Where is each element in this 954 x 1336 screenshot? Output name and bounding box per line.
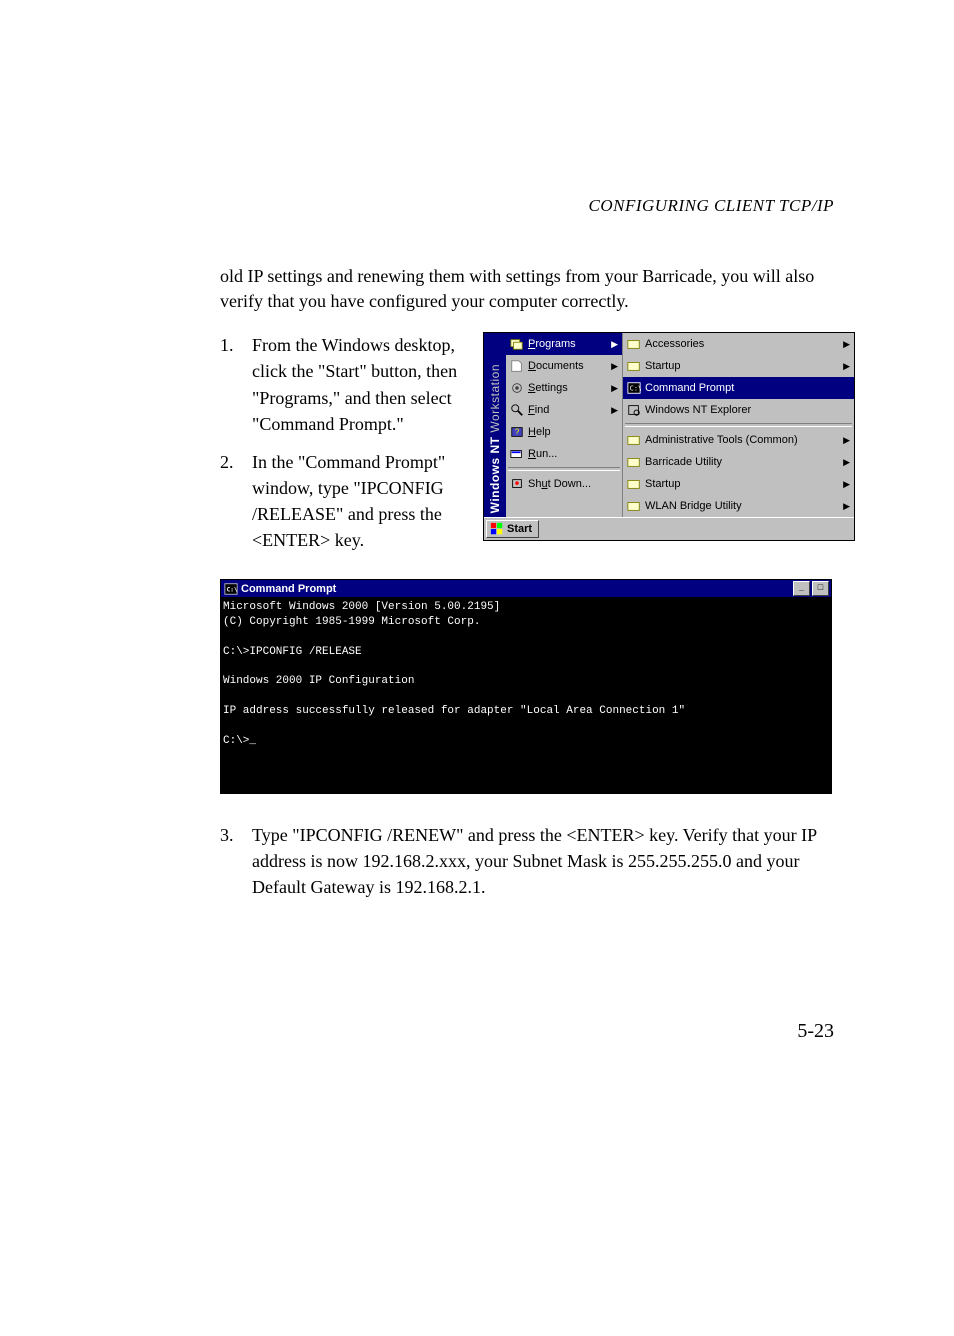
- start-button-label: Start: [507, 523, 532, 535]
- step-3-text: Type "IPCONFIG /RENEW" and press the <EN…: [252, 822, 834, 900]
- step-2: 2. In the "Command Prompt" window, type …: [220, 449, 465, 553]
- submenu-arrow-icon: ▶: [611, 339, 618, 350]
- cmd-output: Microsoft Windows 2000 [Version 5.00.219…: [221, 597, 831, 793]
- shutdown-icon: [510, 477, 524, 491]
- intro-paragraph: old IP settings and renewing them with s…: [220, 264, 834, 314]
- page-number: 5-23: [220, 1020, 834, 1043]
- folder-icon: [627, 337, 641, 351]
- documents-icon: [510, 359, 524, 373]
- page-header: CONFIGURING CLIENT TCP/IP: [220, 196, 834, 216]
- submenu-arrow-icon: ▶: [843, 457, 850, 468]
- settings-icon: [510, 381, 524, 395]
- cmd-icon: C:\: [627, 381, 641, 395]
- step-2-num: 2.: [220, 449, 252, 553]
- submenu-barricade-label: Barricade Utility: [645, 456, 722, 468]
- svg-text:C:\: C:\: [630, 385, 641, 393]
- run-icon: [510, 447, 524, 461]
- folder-icon: [627, 433, 641, 447]
- folder-icon: [627, 455, 641, 469]
- menu-documents-label: Documents: [528, 360, 584, 372]
- submenu-wlan-bridge[interactable]: WLAN Bridge Utility ▶: [623, 495, 854, 517]
- menu-programs-label: Programs: [528, 338, 576, 350]
- submenu-startup[interactable]: Startup ▶: [623, 355, 854, 377]
- cmd-title-icon: C:\: [224, 582, 238, 596]
- step-1-num: 1.: [220, 332, 252, 436]
- svg-text:C:\: C:\: [227, 586, 238, 593]
- folder-icon: [627, 359, 641, 373]
- menu-find[interactable]: Find ▶: [506, 399, 622, 421]
- maximize-button[interactable]: □: [812, 581, 829, 596]
- menu-help-label: Help: [528, 426, 551, 438]
- submenu-arrow-icon: ▶: [843, 435, 850, 446]
- menu-shutdown-label: Shut Down...: [528, 478, 591, 490]
- menu-settings[interactable]: Settings ▶: [506, 377, 622, 399]
- submenu-arrow-icon: ▶: [843, 339, 850, 350]
- submenu-startup-common[interactable]: Startup ▶: [623, 473, 854, 495]
- step-2-text: In the "Command Prompt" window, type "IP…: [252, 449, 465, 553]
- menu-separator: [625, 423, 852, 427]
- submenu-arrow-icon: ▶: [611, 383, 618, 394]
- find-icon: [510, 403, 524, 417]
- menu-documents[interactable]: Documents ▶: [506, 355, 622, 377]
- step-3-num: 3.: [220, 822, 252, 848]
- start-menu-screenshot: Windows NT Workstation Programs ▶ Docume…: [483, 332, 855, 541]
- minimize-button[interactable]: _: [793, 581, 810, 596]
- folder-icon: [627, 499, 641, 513]
- menu-settings-label: Settings: [528, 382, 568, 394]
- command-prompt-window: C:\ Command Prompt _ □ Microsoft Windows…: [220, 579, 832, 794]
- submenu-nt-explorer[interactable]: Windows NT Explorer: [623, 399, 854, 421]
- submenu-arrow-icon: ▶: [843, 479, 850, 490]
- cmd-title-text: Command Prompt: [241, 583, 336, 595]
- submenu-admintools-label: Administrative Tools (Common): [645, 434, 798, 446]
- submenu-command-prompt[interactable]: C:\ Command Prompt: [623, 377, 854, 399]
- submenu-accessories-label: Accessories: [645, 338, 704, 350]
- submenu-arrow-icon: ▶: [611, 361, 618, 372]
- submenu-explorer-label: Windows NT Explorer: [645, 404, 751, 416]
- menu-find-label: Find: [528, 404, 549, 416]
- submenu-barricade[interactable]: Barricade Utility ▶: [623, 451, 854, 473]
- help-icon: ?: [510, 425, 524, 439]
- submenu-admin-tools[interactable]: Administrative Tools (Common) ▶: [623, 429, 854, 451]
- start-button[interactable]: Start: [486, 520, 539, 538]
- windows-logo-icon: [490, 522, 504, 536]
- submenu-wlan-label: WLAN Bridge Utility: [645, 500, 742, 512]
- step-1-text: From the Windows desktop, click the "Sta…: [252, 332, 465, 436]
- menu-run-label: Run...: [528, 448, 557, 460]
- explorer-icon: [627, 403, 641, 417]
- submenu-cmd-label: Command Prompt: [645, 382, 734, 394]
- submenu-arrow-icon: ▶: [611, 405, 618, 416]
- submenu-arrow-icon: ▶: [843, 361, 850, 372]
- menu-help[interactable]: ? Help: [506, 421, 622, 443]
- start-menu-band: Windows NT Workstation: [484, 333, 506, 517]
- menu-separator: [508, 467, 620, 471]
- step-1: 1. From the Windows desktop, click the "…: [220, 332, 465, 436]
- menu-programs[interactable]: Programs ▶: [506, 333, 622, 355]
- submenu-accessories[interactable]: Accessories ▶: [623, 333, 854, 355]
- folder-icon: [627, 477, 641, 491]
- submenu-startup-label: Startup: [645, 360, 680, 372]
- cmd-titlebar: C:\ Command Prompt _ □: [221, 580, 831, 597]
- menu-shutdown[interactable]: Shut Down...: [506, 473, 622, 495]
- programs-icon: [510, 337, 524, 351]
- svg-text:?: ?: [515, 428, 520, 437]
- submenu-arrow-icon: ▶: [843, 501, 850, 512]
- menu-run[interactable]: Run...: [506, 443, 622, 465]
- step-3: 3. Type "IPCONFIG /RENEW" and press the …: [220, 822, 834, 900]
- submenu-startup2-label: Startup: [645, 478, 680, 490]
